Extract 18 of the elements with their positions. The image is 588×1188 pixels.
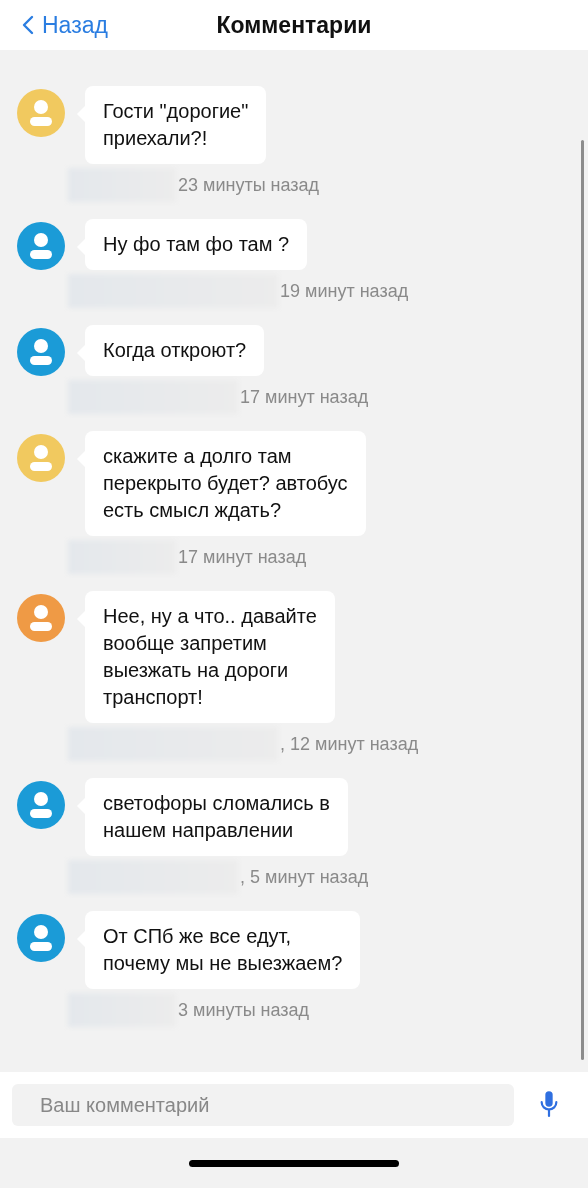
comment-text: скажите а долго там перекрыто будет? автобус есть смысл ждать? <box>103 444 348 523</box>
comment-time: , 5 минут назад <box>240 866 369 888</box>
comment-text: От СПб же все едут, почему мы не выезжаем? <box>103 924 343 976</box>
comment-time: 17 минут назад <box>240 386 369 408</box>
comment-text: Когда откроют? <box>103 338 247 363</box>
comment-time: 17 минут назад <box>178 546 307 568</box>
comment-text: Ну фо там фо там ? <box>103 232 290 257</box>
comment-time: 3 минуты назад <box>178 999 310 1021</box>
comment-time: , 12 минут назад <box>280 733 419 755</box>
comment-input-field[interactable]: Ваш комментарий <box>12 1084 514 1126</box>
screen-title: Комментарии <box>216 11 372 39</box>
comment-text: Гости "дорогие" приехали?! <box>103 99 249 151</box>
comment-time: 19 минут назад <box>280 280 409 302</box>
back-button[interactable]: Назад <box>0 11 108 39</box>
back-chevron-icon <box>22 15 34 35</box>
comment-time: 23 минуты назад <box>178 174 320 196</box>
comment-text: светофоры сломались в нашем направлении <box>103 791 330 843</box>
comment-text: Нее, ну а что.. давайте вообще запретим выезжать на дороги транспорт! <box>103 604 317 710</box>
